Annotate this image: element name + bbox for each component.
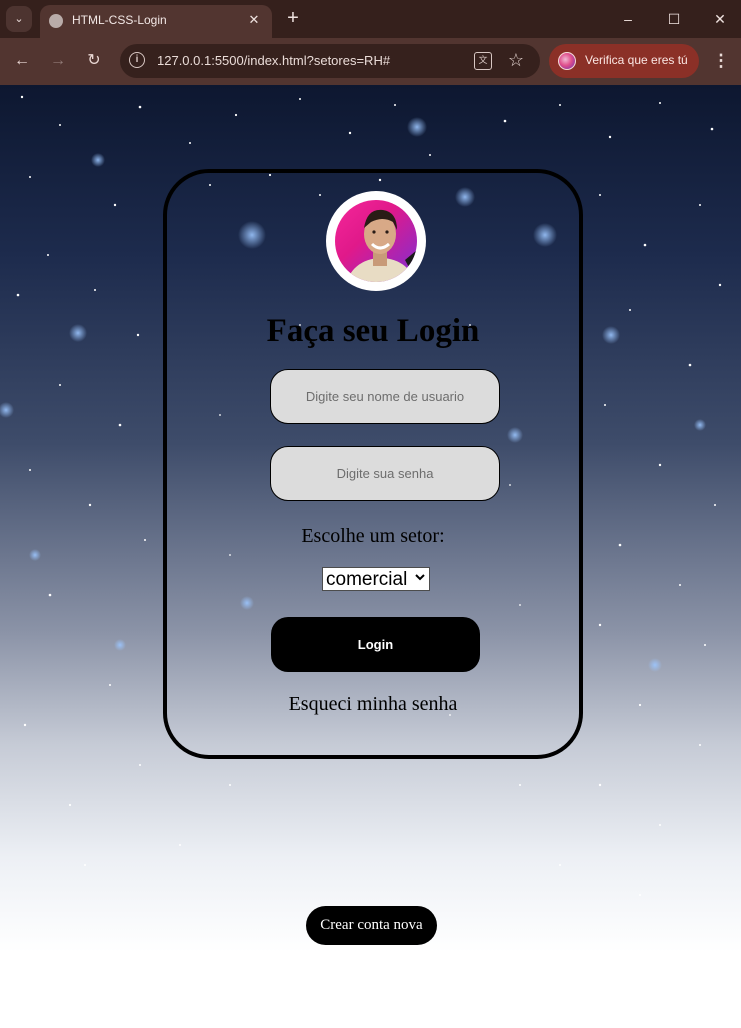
sector-select[interactable]: comercial xyxy=(322,567,430,591)
translate-icon[interactable]: 文 xyxy=(474,52,492,70)
maximize-icon[interactable]: ☐ xyxy=(654,6,694,32)
plus-icon[interactable]: + xyxy=(282,7,304,29)
tab-search-icon[interactable]: ⌄ xyxy=(6,6,32,32)
profile-label: Verifica que eres tú xyxy=(585,53,688,67)
avatar xyxy=(326,191,426,291)
info-icon[interactable]: i xyxy=(129,52,145,68)
chevron-down-icon xyxy=(415,574,425,581)
forgot-password-link[interactable]: Esqueci minha senha xyxy=(167,693,579,716)
sector-selected-value: comercial xyxy=(326,569,408,590)
login-button[interactable]: Login xyxy=(271,617,480,672)
page-title: Faça seu Login xyxy=(266,313,480,349)
tab-strip: ⌄ HTML-CSS-Login ✕ + – ☐ ✕ xyxy=(0,0,741,38)
username-input[interactable] xyxy=(270,369,500,424)
password-input[interactable] xyxy=(270,446,500,501)
address-bar[interactable]: i 127.0.0.1:5500/index.html?setores=RH# … xyxy=(120,44,540,78)
url-text[interactable]: 127.0.0.1:5500/index.html?setores=RH# xyxy=(157,53,390,68)
profile-photo xyxy=(335,200,417,282)
browser-toolbar: ← → ↻ i 127.0.0.1:5500/index.html?setore… xyxy=(0,38,741,85)
login-card: Faça seu Login Escolhe um setor: comerci… xyxy=(163,169,583,759)
star-icon[interactable]: ☆ xyxy=(506,50,526,70)
page-viewport: Faça seu Login Escolhe um setor: comerci… xyxy=(0,85,741,1028)
person-icon xyxy=(347,209,417,282)
reload-icon[interactable]: ↻ xyxy=(82,49,106,73)
active-tab[interactable]: HTML-CSS-Login ✕ xyxy=(40,5,272,38)
sector-label: Escolhe um setor: xyxy=(301,525,445,547)
kebab-menu-icon[interactable]: ⋮ xyxy=(712,50,730,72)
profile-avatar-icon xyxy=(558,52,576,70)
forward-icon[interactable]: → xyxy=(46,49,70,73)
close-icon[interactable]: ✕ xyxy=(244,10,264,30)
globe-icon xyxy=(49,14,63,28)
create-account-button[interactable]: Crear conta nova xyxy=(306,906,437,945)
tab-title: HTML-CSS-Login xyxy=(72,13,167,27)
minimize-icon[interactable]: – xyxy=(608,6,648,32)
profile-chip[interactable]: Verifica que eres tú xyxy=(549,44,699,78)
back-icon[interactable]: ← xyxy=(10,49,34,73)
close-window-icon[interactable]: ✕ xyxy=(700,6,740,32)
